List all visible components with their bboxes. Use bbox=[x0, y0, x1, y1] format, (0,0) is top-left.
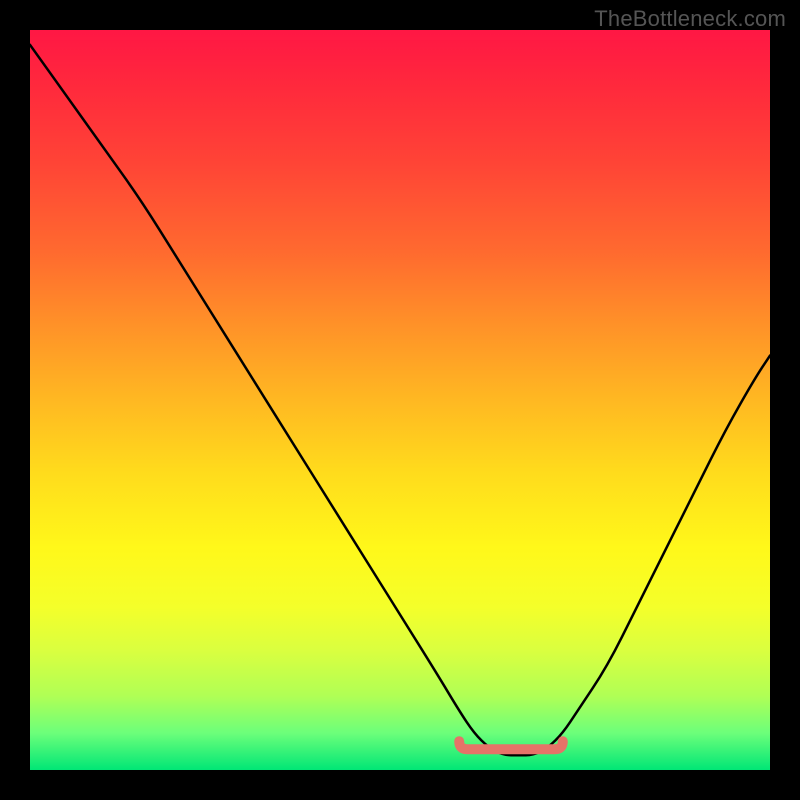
optimal-zone-marker bbox=[459, 741, 563, 749]
gradient-plot-area bbox=[30, 30, 770, 770]
attribution-text: TheBottleneck.com bbox=[594, 6, 786, 32]
chart-stage: TheBottleneck.com bbox=[0, 0, 800, 800]
curve-overlay bbox=[30, 30, 770, 770]
bottleneck-curve bbox=[30, 45, 770, 755]
